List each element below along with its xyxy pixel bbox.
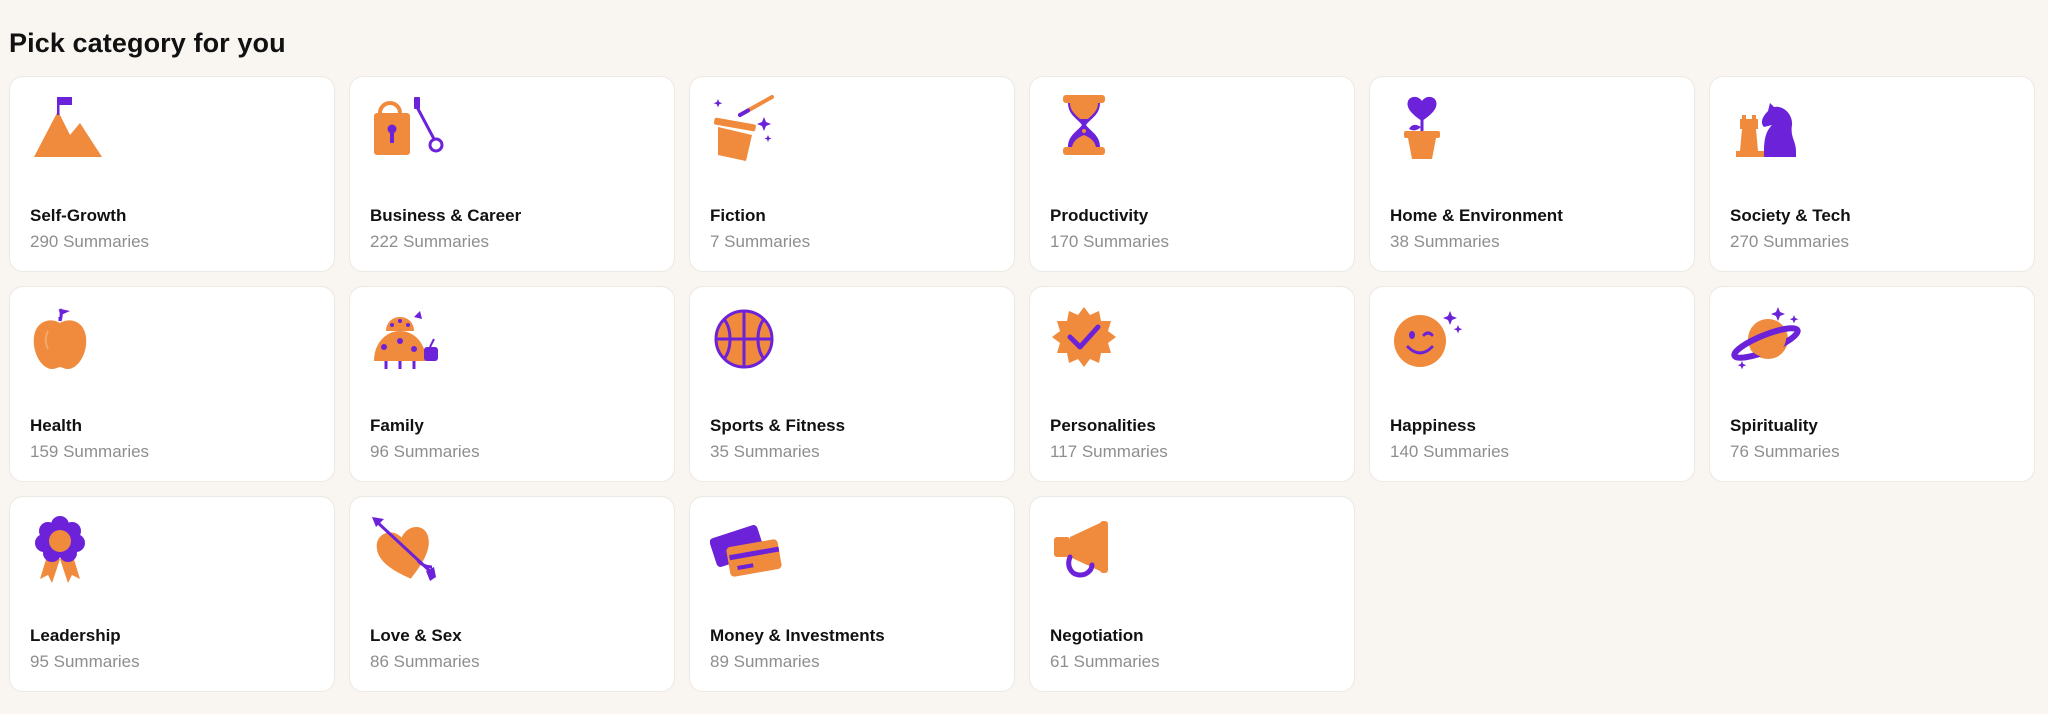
- page-title: Pick category for you: [9, 28, 286, 58]
- category-count: 96 Summaries: [370, 442, 480, 461]
- hourglass-icon: [1050, 91, 1126, 167]
- category-name: Home & Environment: [1390, 206, 1563, 225]
- category-count: 7 Summaries: [710, 232, 811, 251]
- category-count: 89 Summaries: [710, 652, 820, 671]
- category-count: 61 Summaries: [1050, 652, 1160, 671]
- category-name: Personalities: [1050, 416, 1156, 435]
- category-card-money-investments[interactable]: Money & Investments 89 Summaries: [689, 496, 1015, 692]
- basketball-icon: [710, 301, 786, 377]
- planet-icon: [1730, 301, 1806, 377]
- category-card-family[interactable]: Family 96 Summaries: [349, 286, 675, 482]
- category-name: Leadership: [30, 626, 121, 645]
- credit-cards-icon: [710, 511, 786, 587]
- category-card-negotiation[interactable]: Negotiation 61 Summaries: [1029, 496, 1355, 692]
- category-card-home-environment[interactable]: Home & Environment 38 Summaries: [1369, 76, 1695, 272]
- category-card-happiness[interactable]: Happiness 140 Summaries: [1369, 286, 1695, 482]
- category-card-personalities[interactable]: Personalities 117 Summaries: [1029, 286, 1355, 482]
- category-count: 159 Summaries: [30, 442, 150, 461]
- category-card-self-growth[interactable]: Self-Growth 290 Summaries: [9, 76, 335, 272]
- category-name: Society & Tech: [1730, 206, 1851, 225]
- category-count: 290 Summaries: [30, 232, 150, 251]
- category-name: Negotiation: [1050, 626, 1144, 645]
- ladybug-family-icon: [370, 301, 446, 377]
- category-card-fiction[interactable]: Fiction 7 Summaries: [689, 76, 1015, 272]
- category-card-leadership[interactable]: Leadership 95 Summaries: [9, 496, 335, 692]
- category-name: Family: [370, 416, 424, 435]
- category-card-sports-fitness[interactable]: Sports & Fitness 35 Summaries: [689, 286, 1015, 482]
- category-name: Money & Investments: [710, 626, 885, 645]
- category-name: Spirituality: [1730, 416, 1818, 435]
- category-name: Productivity: [1050, 206, 1149, 225]
- megaphone-icon: [1050, 511, 1126, 587]
- winking-smiley-icon: [1390, 301, 1466, 377]
- category-count: 86 Summaries: [370, 652, 480, 671]
- category-card-health[interactable]: Health 159 Summaries: [9, 286, 335, 482]
- category-count: 117 Summaries: [1050, 442, 1168, 461]
- chess-pieces-icon: [1730, 91, 1806, 167]
- category-card-spirituality[interactable]: Spirituality 76 Summaries: [1709, 286, 2035, 482]
- badge-check-icon: [1050, 301, 1126, 377]
- category-card-productivity[interactable]: Productivity 170 Summaries: [1029, 76, 1355, 272]
- category-card-business-career[interactable]: Business & Career 222 Summaries: [349, 76, 675, 272]
- category-count: 222 Summaries: [370, 232, 490, 251]
- category-name: Health: [30, 416, 82, 435]
- category-name: Love & Sex: [370, 626, 462, 645]
- category-count: 170 Summaries: [1050, 232, 1170, 251]
- category-count: 76 Summaries: [1730, 442, 1840, 461]
- category-count: 35 Summaries: [710, 442, 820, 461]
- category-count: 140 Summaries: [1390, 442, 1510, 461]
- category-name: Business & Career: [370, 206, 522, 225]
- category-name: Fiction: [710, 206, 766, 225]
- category-card-society-tech[interactable]: Society & Tech 270 Summaries: [1709, 76, 2035, 272]
- category-card-love-sex[interactable]: Love & Sex 86 Summaries: [349, 496, 675, 692]
- category-count: 95 Summaries: [30, 652, 140, 671]
- apple-icon: [30, 301, 106, 377]
- mountain-flag-icon: [30, 91, 106, 167]
- heart-arrow-icon: [370, 511, 446, 587]
- category-count: 270 Summaries: [1730, 232, 1850, 251]
- category-name: Sports & Fitness: [710, 416, 846, 435]
- category-name: Happiness: [1390, 416, 1476, 435]
- category-grid: Self-Growth 290 Summaries Business & Car…: [9, 76, 2035, 692]
- category-picker: Pick category for you Self-Growth 290 Su…: [0, 0, 2048, 714]
- category-count: 38 Summaries: [1390, 232, 1500, 251]
- award-ribbon-icon: [30, 511, 106, 587]
- category-name: Self-Growth: [30, 206, 127, 225]
- briefcase-key-icon: [370, 91, 446, 167]
- magic-hat-icon: [710, 91, 786, 167]
- heart-plant-icon: [1390, 91, 1466, 167]
